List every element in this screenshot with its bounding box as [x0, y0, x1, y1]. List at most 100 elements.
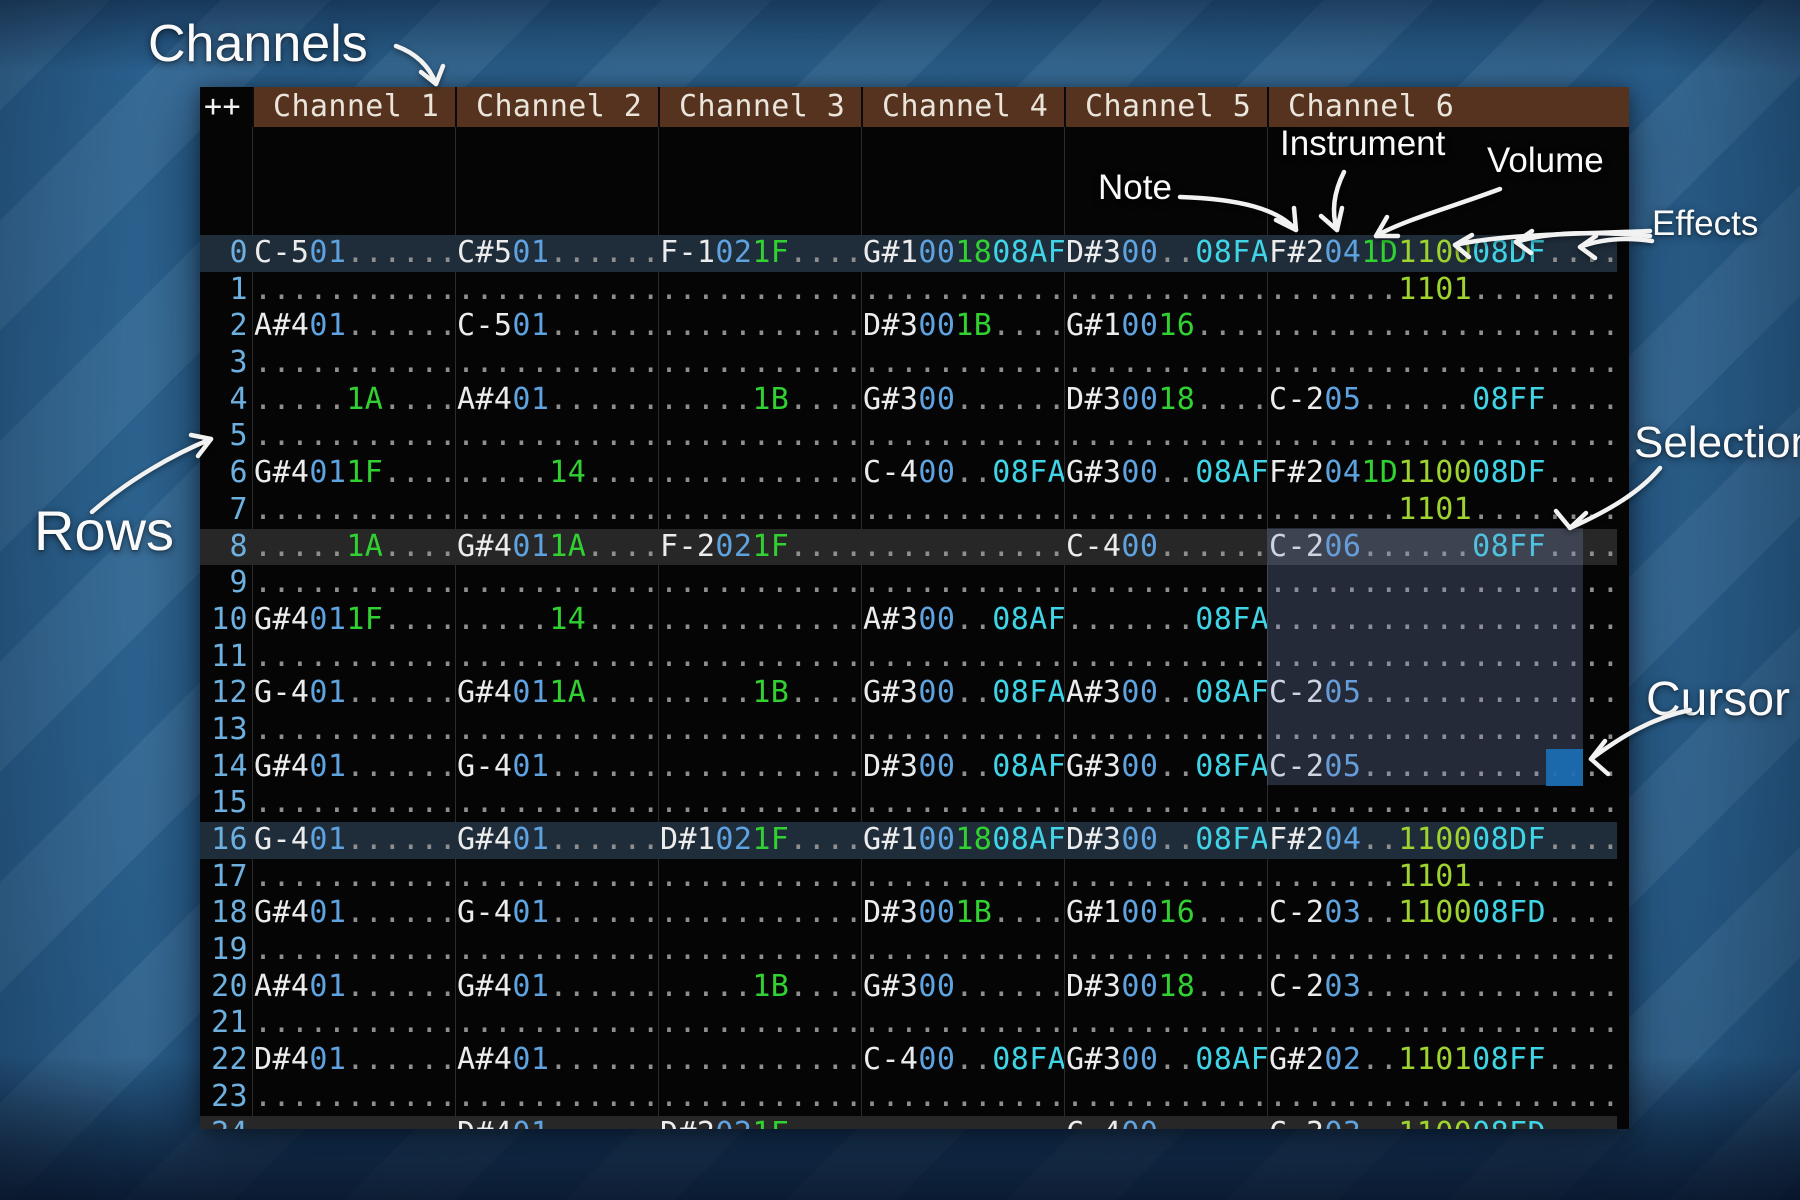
pattern-cell[interactable]: F#2041D110008DF....	[1267, 235, 1617, 272]
pattern-cell[interactable]: G#300..08AF	[1064, 455, 1267, 492]
pattern-cell[interactable]: G-401......	[252, 822, 455, 859]
pattern-cell[interactable]: G#401......	[252, 895, 455, 932]
pattern-cell[interactable]: C-400......	[1064, 1116, 1267, 1130]
pattern-cell[interactable]: C-205......08FF....	[1267, 382, 1617, 419]
pattern-cell[interactable]: ...........	[455, 639, 658, 676]
pattern-cell[interactable]: ...........	[861, 1005, 1064, 1042]
pattern-cell[interactable]: ...........	[252, 712, 455, 749]
pattern-cell[interactable]: ...........	[455, 712, 658, 749]
pattern-cell[interactable]: G#401......	[455, 822, 658, 859]
pattern-cell[interactable]: A#401......	[455, 382, 658, 419]
pattern-cell[interactable]: ...........	[252, 565, 455, 602]
pattern-cell[interactable]: ...........	[658, 895, 861, 932]
channel-header-5[interactable]: Channel 5	[1064, 87, 1267, 127]
pattern-cell[interactable]: ...........	[861, 529, 1064, 566]
pattern-cell[interactable]: .......1101........	[1267, 492, 1617, 529]
pattern-cell[interactable]: ...........	[455, 272, 658, 309]
pattern-cell[interactable]: D#401......	[252, 1042, 455, 1079]
pattern-cell[interactable]: ...........	[861, 565, 1064, 602]
pattern-cell[interactable]: ...........	[658, 272, 861, 309]
pattern-cell[interactable]: ...........	[1064, 418, 1267, 455]
pattern-cell[interactable]: G-401......	[455, 895, 658, 932]
pattern-cell[interactable]: A#401......	[252, 308, 455, 345]
pattern-cell[interactable]: ...........	[455, 785, 658, 822]
pattern-cell[interactable]: ...........	[861, 418, 1064, 455]
pattern-cell[interactable]: ...........	[252, 859, 455, 896]
pattern-cell[interactable]: G#202..110108FF....	[1267, 1042, 1617, 1079]
pattern-corner-cell[interactable]: ++	[200, 87, 252, 127]
pattern-cell[interactable]: G#300..08FA	[1064, 749, 1267, 786]
pattern-cell[interactable]: A#401......	[252, 969, 455, 1006]
pattern-cell[interactable]: .......08FA	[1064, 602, 1267, 639]
pattern-cell[interactable]: F#2041D110008DF....	[1267, 455, 1617, 492]
pattern-cell[interactable]: C-501......	[455, 308, 658, 345]
pattern-cell[interactable]: D#300..08FA	[1064, 822, 1267, 859]
pattern-cell[interactable]: ...................	[1267, 1079, 1617, 1116]
pattern-cell[interactable]: G#4011F....	[252, 602, 455, 639]
pattern-cell[interactable]: D#401......	[455, 1116, 658, 1130]
pattern-cell[interactable]: ...........	[1064, 1005, 1267, 1042]
pattern-cell[interactable]: ...........	[861, 1116, 1064, 1130]
pattern-cell[interactable]: C#501......	[455, 235, 658, 272]
pattern-cell[interactable]: ...........	[658, 345, 861, 382]
channel-header-1[interactable]: Channel 1	[252, 87, 455, 127]
pattern-cell[interactable]: .....1B....	[658, 675, 861, 712]
pattern-cell[interactable]: ...........	[1064, 639, 1267, 676]
pattern-cell[interactable]: A#401......	[455, 1042, 658, 1079]
pattern-cell[interactable]: ...................	[1267, 308, 1617, 345]
pattern-cell[interactable]: ...........	[658, 565, 861, 602]
pattern-cell[interactable]: .......1101........	[1267, 859, 1617, 896]
pattern-cell[interactable]: ...........	[861, 932, 1064, 969]
pattern-cell[interactable]: ...................	[1267, 785, 1617, 822]
pattern-cell[interactable]: ...........	[658, 1005, 861, 1042]
pattern-cell[interactable]: G#4011F....	[252, 455, 455, 492]
pattern-cell[interactable]: ...................	[1267, 1005, 1617, 1042]
pattern-cell[interactable]: ...........	[658, 1042, 861, 1079]
pattern-cell[interactable]: ...........	[1064, 345, 1267, 382]
pattern-cell[interactable]: D#1021F....	[658, 822, 861, 859]
pattern-cell[interactable]: ...........	[861, 1079, 1064, 1116]
pattern-cell[interactable]: ...........	[252, 1116, 455, 1130]
pattern-cell[interactable]: ...........	[252, 272, 455, 309]
pattern-cell[interactable]: ...................	[1267, 345, 1617, 382]
pattern-cell[interactable]: ...........	[658, 749, 861, 786]
pattern-cell[interactable]: D#3001B....	[861, 308, 1064, 345]
pattern-cell[interactable]: ...........	[252, 492, 455, 529]
pattern-cell[interactable]: .....14....	[455, 602, 658, 639]
channel-header-6[interactable]: Channel 6	[1267, 87, 1629, 127]
pattern-cell[interactable]: G#10016....	[1064, 895, 1267, 932]
pattern-cell[interactable]: D#30018....	[1064, 969, 1267, 1006]
pattern-cell[interactable]: D#300..08AF	[861, 749, 1064, 786]
pattern-cell[interactable]: ...........	[1064, 932, 1267, 969]
pattern-cell[interactable]: ...........	[658, 455, 861, 492]
pattern-cell[interactable]: .....1B....	[658, 969, 861, 1006]
pattern-cell[interactable]: ...........	[252, 418, 455, 455]
pattern-cell[interactable]: ...........	[252, 345, 455, 382]
pattern-cell[interactable]: G#1001808AF	[861, 822, 1064, 859]
pattern-cell[interactable]: ...........	[1064, 492, 1267, 529]
pattern-cell[interactable]: C-400..08FA	[861, 1042, 1064, 1079]
pattern-cell[interactable]: .....1B....	[658, 382, 861, 419]
pattern-cell[interactable]: ...........	[658, 492, 861, 529]
pattern-cell[interactable]: D#3001B....	[861, 895, 1064, 932]
pattern-cell[interactable]: ...........	[252, 1079, 455, 1116]
pattern-cell[interactable]: C-400......	[1064, 529, 1267, 566]
pattern-cell[interactable]: ...........	[658, 602, 861, 639]
pattern-cell[interactable]: ...........	[861, 272, 1064, 309]
pattern-cell[interactable]: C-303..110008FD....	[1267, 1116, 1617, 1130]
pattern-cell[interactable]: ...........	[658, 932, 861, 969]
pattern-cell[interactable]: D#30018....	[1064, 382, 1267, 419]
pattern-cell[interactable]: F-1021F....	[658, 235, 861, 272]
pattern-cell[interactable]: G#300..08FA	[861, 675, 1064, 712]
channel-header-4[interactable]: Channel 4	[861, 87, 1064, 127]
pattern-cell[interactable]: D#300..08FA	[1064, 235, 1267, 272]
pattern-cell[interactable]: G#300..08AF	[1064, 1042, 1267, 1079]
pattern-cell[interactable]: ...........	[861, 712, 1064, 749]
pattern-cell[interactable]: G#4011A....	[455, 529, 658, 566]
pattern-cell[interactable]: ...........	[455, 1005, 658, 1042]
pattern-cell[interactable]: ...........	[658, 418, 861, 455]
pattern-cell[interactable]: ...........	[1064, 712, 1267, 749]
pattern-cell[interactable]: ...........	[658, 1079, 861, 1116]
pattern-cell[interactable]: G#300......	[861, 969, 1064, 1006]
pattern-cell[interactable]: .....1A....	[252, 382, 455, 419]
